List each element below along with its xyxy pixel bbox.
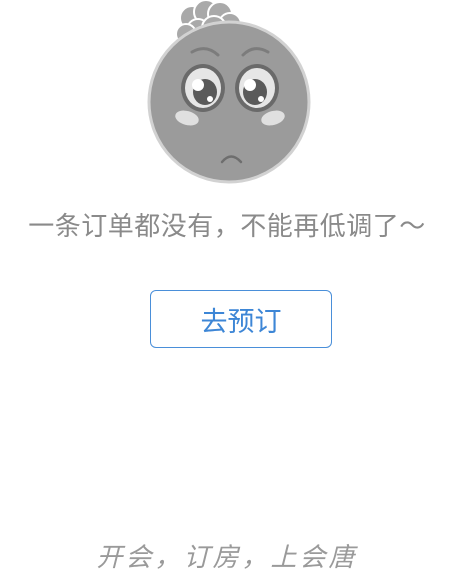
footer-slogan: 开会，订房，上会唐 [96,543,358,573]
sad-face-icon [147,0,311,184]
empty-orders-message: 一条订单都没有，不能再低调了～ [28,212,426,242]
book-now-button[interactable]: 去预订 [150,290,332,348]
orders-empty-page: 一条订单都没有，不能再低调了～ 去预订 开会，订房，上会唐 [0,0,454,576]
